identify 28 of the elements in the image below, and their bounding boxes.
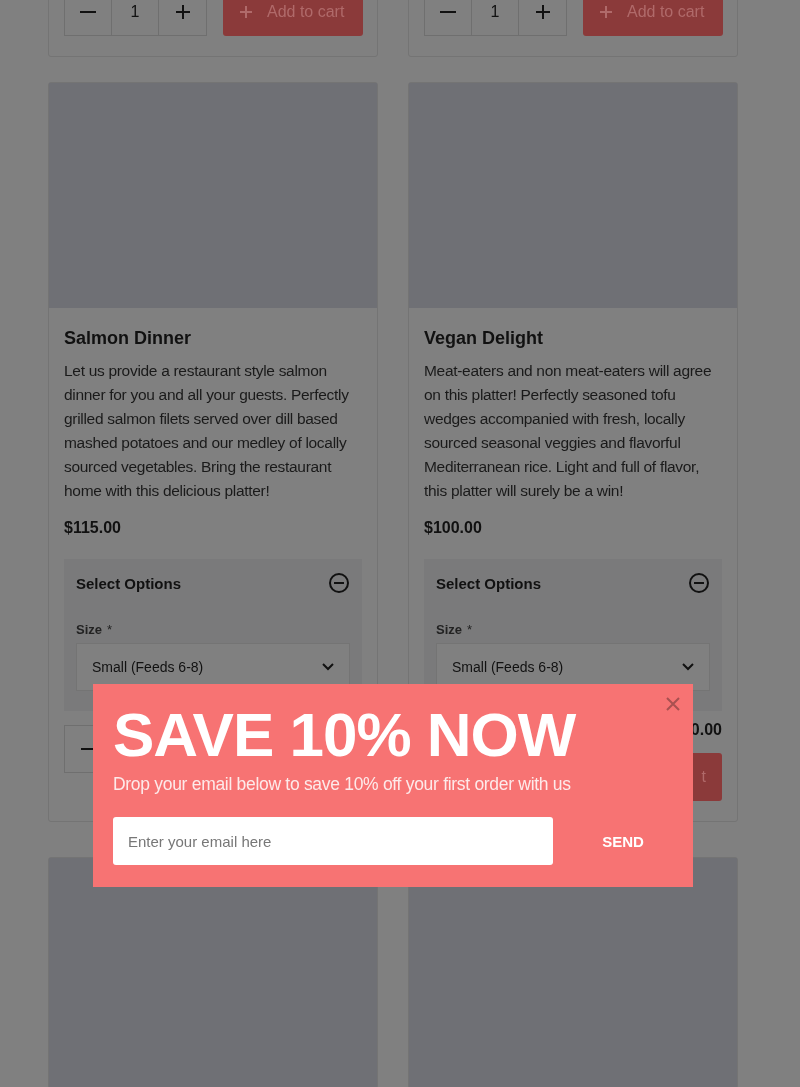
product-name: Salmon Dinner [64, 328, 193, 349]
popup-title: SAVE 10% NOW [113, 702, 577, 768]
plus-icon [599, 5, 613, 19]
email-field[interactable]: Enter your email here [113, 817, 553, 865]
product-price: $100.00 [424, 519, 483, 537]
quantity-value: 1 [112, 0, 159, 35]
chevron-down-icon [681, 662, 695, 672]
size-label: Size [436, 622, 462, 637]
product-description: Let us provide a restaurant style salmon dinner for you and all your guests. Perfectly grilled salmon filets served over dill based mashed potatoes and our medley of locally sourced vegetables. Bring the restaurant home with this delicious platter! [64, 361, 350, 501]
product-name: Vegan Delight [424, 328, 545, 349]
minus-icon [440, 11, 456, 13]
required-mark: * [467, 622, 473, 637]
required-mark: * [107, 622, 113, 637]
send-button[interactable]: SEND [583, 817, 663, 865]
product-description: Meat-eaters and non meat-eaters will agree on this platter! Perfectly seasoned tofu wedges accompanied with fresh, locally sourced seasonal veggies and flavorful Mediterranean rice. Light and full of flavor, this platter will surely be a win! [424, 361, 713, 501]
options-title: Select Options [436, 574, 542, 592]
popup-subtitle: Drop your email below to save 10% off your first order with us [113, 774, 572, 795]
plus-icon [174, 4, 191, 20]
options-title: Select Options [76, 574, 182, 592]
plus-icon [239, 5, 253, 19]
minus-icon [80, 11, 96, 13]
collapse-icon[interactable] [328, 572, 350, 594]
plus-icon [534, 4, 551, 20]
product-price: $115.00 [64, 519, 122, 537]
size-label: Size [76, 622, 102, 637]
collapse-icon[interactable] [688, 572, 710, 594]
chevron-down-icon [321, 662, 335, 672]
quantity-value: 1 [472, 0, 519, 35]
